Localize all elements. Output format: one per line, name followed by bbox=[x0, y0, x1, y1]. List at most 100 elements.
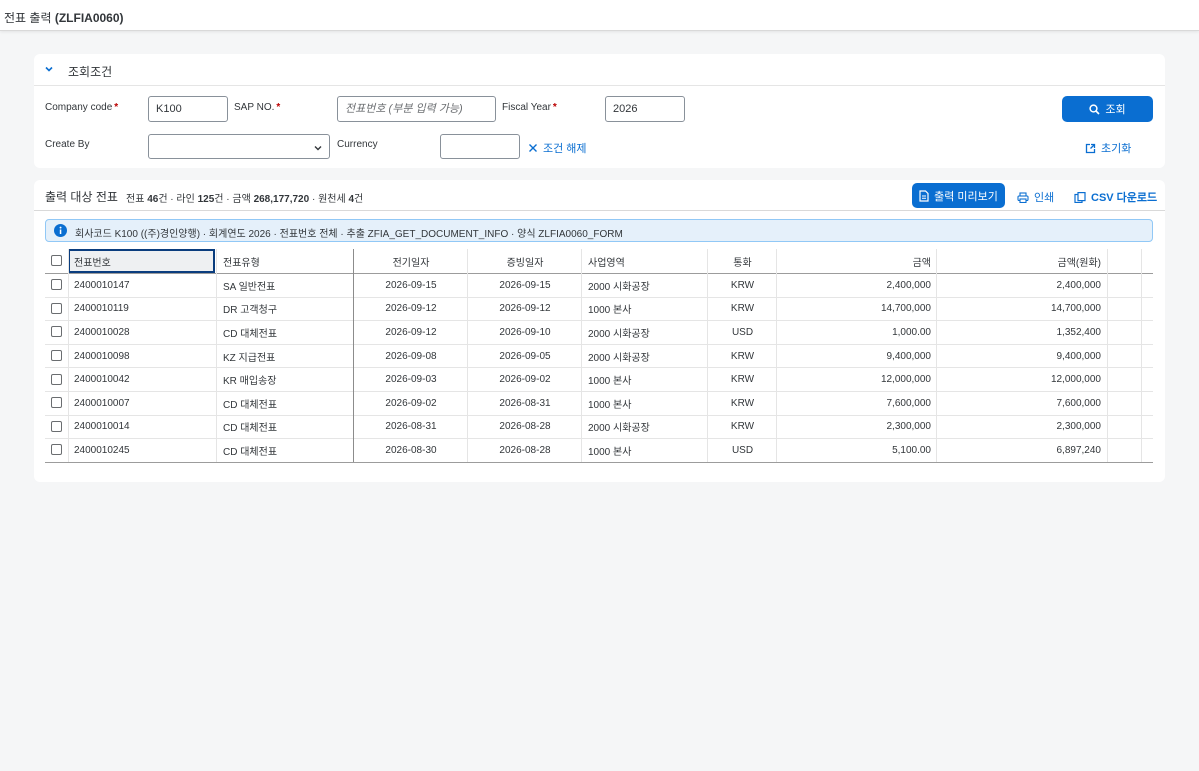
table-body: 2400010147 SA 일반전표 2026-09-15 2026-09-15 200… bbox=[45, 274, 1153, 463]
cell-amount: 14,700,000 bbox=[880, 303, 931, 315]
table-row[interactable]: 2400010014 CD 대체전표 2026-08-31 2026-08-28 200… bbox=[45, 416, 1153, 440]
cell-document-date: 2026-09-10 bbox=[499, 326, 551, 338]
info-icon bbox=[54, 224, 67, 237]
print-preview-label: 출력 미리보기 bbox=[934, 190, 998, 203]
reset-icon bbox=[1085, 143, 1096, 153]
filter-panel-header[interactable]: 조회조건 bbox=[34, 54, 1165, 86]
cell-doc-no: 2400010028 bbox=[74, 326, 130, 338]
cell-business-area: 1000 본사 bbox=[588, 376, 632, 388]
page-title: 전표 출력 (ZLFIA0060) bbox=[4, 9, 124, 26]
row-select-checkbox[interactable] bbox=[51, 373, 62, 385]
column-divider bbox=[216, 249, 217, 462]
column-header-document-date[interactable]: 증빙일자 bbox=[468, 249, 582, 273]
csv-download-button[interactable]: CSV 다운로드 bbox=[1074, 189, 1157, 205]
print-preview-button[interactable]: 출력 미리보기 bbox=[912, 183, 1005, 208]
table-row[interactable]: 2400010042 KR 매입송장 2026-09-03 2026-09-02 100… bbox=[45, 368, 1153, 392]
cell-document-date: 2026-09-12 bbox=[499, 303, 551, 315]
create-by-select[interactable] bbox=[148, 134, 330, 159]
column-header-doc-type[interactable]: 전표유형 bbox=[223, 249, 353, 273]
column-divider bbox=[936, 249, 937, 462]
cell-document-date: 2026-08-28 bbox=[499, 444, 551, 456]
row-select-checkbox[interactable] bbox=[51, 444, 62, 456]
column-header-business-area[interactable]: 사업영역 bbox=[588, 249, 708, 273]
row-select-checkbox[interactable] bbox=[51, 302, 62, 314]
search-button-label: 조회 bbox=[1105, 104, 1126, 116]
cell-currency: KRW bbox=[730, 303, 755, 315]
documents-table: 전표번호 전표유형 전기일자 증빙일자 사업영역 통화 금액 금액(원화) 24… bbox=[45, 249, 1153, 463]
cell-doc-type: KR 매입송장 bbox=[223, 376, 277, 388]
table-row[interactable]: 2400010245 CD 대체전표 2026-08-30 2026-08-28 100… bbox=[45, 439, 1153, 463]
row-select-checkbox[interactable] bbox=[51, 420, 62, 432]
currency-label: Currency bbox=[337, 139, 378, 150]
row-select-checkbox[interactable] bbox=[51, 397, 62, 409]
cell-currency: KRW bbox=[730, 397, 755, 409]
select-all-checkbox[interactable] bbox=[51, 255, 62, 266]
cell-doc-type: DR 고객청구 bbox=[223, 305, 278, 317]
cell-posting-date: 2026-08-30 bbox=[385, 444, 437, 456]
cell-posting-date: 2026-09-15 bbox=[385, 279, 437, 291]
sap-no-input[interactable] bbox=[337, 96, 496, 122]
column-divider bbox=[1107, 249, 1108, 462]
cell-amount-krw: 9,400,000 bbox=[1056, 350, 1102, 362]
company-code-input[interactable] bbox=[148, 96, 228, 122]
print-label: 인쇄 bbox=[1034, 192, 1055, 204]
cell-doc-no: 2400010119 bbox=[74, 303, 129, 315]
cell-doc-no: 2400010007 bbox=[74, 397, 130, 409]
cell-doc-no: 2400010147 bbox=[74, 279, 130, 291]
fixed-column-divider bbox=[353, 249, 354, 462]
filter-panel: 조회조건 Company code* SAP NO.* Fiscal Year*… bbox=[34, 54, 1165, 168]
cell-amount-krw: 7,600,000 bbox=[1056, 397, 1102, 409]
cell-amount: 9,400,000 bbox=[886, 350, 932, 362]
results-header: 출력 대상 전표 전표 46건 · 라인 125건 · 금액 268,177,7… bbox=[34, 180, 1165, 211]
document-icon bbox=[919, 189, 929, 202]
print-button[interactable]: 인쇄 bbox=[1017, 189, 1054, 205]
chevron-down-icon[interactable] bbox=[43, 63, 55, 75]
table-row[interactable]: 2400010147 SA 일반전표 2026-09-15 2026-09-15 200… bbox=[45, 274, 1153, 298]
results-panel: 출력 대상 전표 전표 46건 · 라인 125건 · 금액 268,177,7… bbox=[34, 180, 1165, 482]
row-select-checkbox[interactable] bbox=[51, 279, 62, 291]
column-header-posting-date[interactable]: 전기일자 bbox=[354, 249, 468, 273]
search-icon bbox=[1089, 103, 1100, 115]
cell-business-area: 1000 본사 bbox=[588, 446, 632, 458]
clear-conditions-button[interactable]: 조건 해제 bbox=[528, 140, 587, 156]
cell-document-date: 2026-08-31 bbox=[499, 397, 551, 409]
reset-button[interactable]: 초기화 bbox=[1085, 140, 1131, 156]
cell-document-date: 2026-08-28 bbox=[499, 421, 551, 433]
cell-currency: USD bbox=[731, 326, 754, 338]
cell-document-date: 2026-09-15 bbox=[499, 279, 551, 291]
table-row[interactable]: 2400010098 KZ 지급전표 2026-09-08 2026-09-05 200… bbox=[45, 345, 1153, 369]
row-select-checkbox[interactable] bbox=[51, 326, 62, 338]
cell-posting-date: 2026-09-12 bbox=[385, 303, 437, 315]
table-row[interactable]: 2400010028 CD 대체전표 2026-09-12 2026-09-10 200… bbox=[45, 321, 1153, 345]
column-header-amount[interactable]: 금액 bbox=[777, 249, 931, 273]
create-by-label: Create By bbox=[45, 139, 90, 150]
column-divider bbox=[776, 249, 777, 462]
csv-download-label: CSV 다운로드 bbox=[1091, 192, 1158, 204]
currency-input[interactable] bbox=[440, 134, 520, 159]
cell-amount-krw: 14,700,000 bbox=[1050, 303, 1101, 315]
search-button[interactable]: 조회 bbox=[1062, 96, 1153, 122]
column-header-amount-krw[interactable]: 금액(원화) bbox=[937, 249, 1101, 273]
results-summary: 전표 46건 · 라인 125건 · 금액 268,177,720 · 원천세 … bbox=[126, 194, 364, 205]
sap-no-label: SAP NO. * bbox=[234, 102, 281, 113]
column-divider bbox=[581, 249, 582, 462]
info-message-text: 회사코드 K100 ((주)경인양행) · 회계연도 2026 · 전표번호 전… bbox=[75, 229, 623, 240]
cell-business-area: 1000 본사 bbox=[588, 399, 632, 411]
cell-doc-type: CD 대체전표 bbox=[223, 328, 278, 340]
fiscal-year-input[interactable] bbox=[605, 96, 685, 122]
table-row[interactable]: 2400010119 DR 고객청구 2026-09-12 2026-09-12 100… bbox=[45, 298, 1153, 322]
fiscal-year-label: Fiscal Year * bbox=[502, 102, 557, 113]
column-header-currency[interactable]: 통화 bbox=[708, 249, 777, 273]
table-row[interactable]: 2400010007 CD 대체전표 2026-09-02 2026-08-31 100… bbox=[45, 392, 1153, 416]
cell-posting-date: 2026-09-08 bbox=[385, 350, 437, 362]
cell-posting-date: 2026-09-03 bbox=[385, 374, 437, 386]
clear-conditions-label: 조건 해제 bbox=[543, 143, 587, 155]
cell-amount-krw: 6,897,240 bbox=[1056, 444, 1102, 456]
cell-amount: 7,600,000 bbox=[886, 397, 932, 409]
row-select-checkbox[interactable] bbox=[51, 350, 62, 362]
column-header-doc-no[interactable]: 전표번호 bbox=[74, 249, 214, 273]
company-code-label: Company code * bbox=[45, 102, 119, 113]
cell-amount: 5,100.00 bbox=[892, 444, 931, 456]
table-header-row: 전표번호 전표유형 전기일자 증빙일자 사업영역 통화 금액 금액(원화) bbox=[45, 249, 1153, 274]
cell-document-date: 2026-09-02 bbox=[499, 374, 551, 386]
